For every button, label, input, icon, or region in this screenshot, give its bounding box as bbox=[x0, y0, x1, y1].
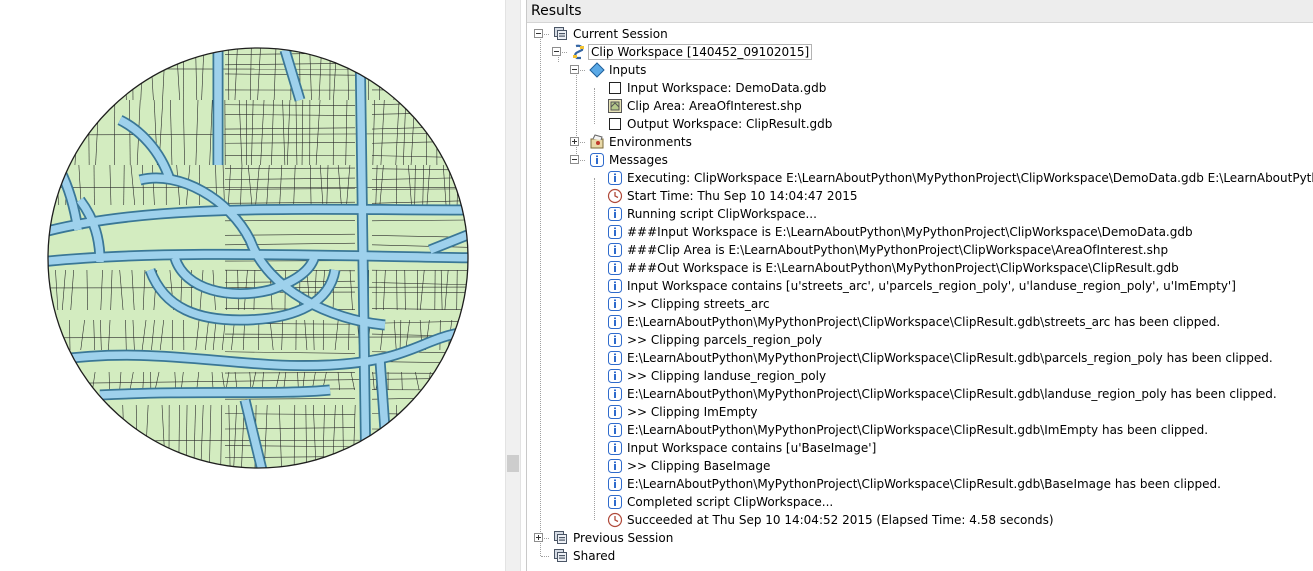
message-text: >> Clipping streets_arc bbox=[627, 297, 770, 311]
message-text: ###Clip Area is E:\LearnAboutPython\MyPy… bbox=[627, 243, 1169, 257]
tree-node-label: Environments bbox=[609, 135, 692, 149]
message-text: >> Clipping BaseImage bbox=[627, 459, 771, 473]
results-window: Results Current Session Clip Workspace [… bbox=[526, 0, 1313, 571]
empty-box-icon bbox=[607, 116, 623, 132]
info-icon bbox=[607, 458, 623, 474]
tree-node-label: Current Session bbox=[573, 27, 668, 41]
expand-toggle[interactable] bbox=[534, 533, 543, 542]
clipped-map bbox=[47, 47, 469, 469]
info-icon bbox=[589, 152, 605, 168]
sessions-icon bbox=[553, 26, 569, 42]
python-script-icon bbox=[571, 44, 587, 60]
info-icon bbox=[607, 260, 623, 276]
message-text: E:\LearnAboutPython\MyPythonProject\Clip… bbox=[627, 387, 1277, 401]
sessions-icon bbox=[553, 548, 569, 564]
message-text: Running script ClipWorkspace... bbox=[627, 207, 817, 221]
info-icon bbox=[607, 278, 623, 294]
clock-icon bbox=[607, 188, 623, 204]
tree-node-label: Shared bbox=[573, 549, 616, 563]
info-icon bbox=[607, 242, 623, 258]
message-text: Input Workspace contains [u'streets_arc'… bbox=[627, 279, 1236, 293]
collapse-toggle[interactable] bbox=[534, 29, 543, 38]
scrollbar-thumb[interactable] bbox=[507, 455, 519, 472]
info-icon bbox=[607, 422, 623, 438]
message-text: E:\LearnAboutPython\MyPythonProject\Clip… bbox=[627, 351, 1273, 365]
tree-node-label: Messages bbox=[609, 153, 668, 167]
info-icon bbox=[607, 224, 623, 240]
message-text: ###Input Workspace is E:\LearnAboutPytho… bbox=[627, 225, 1193, 239]
environments-icon bbox=[589, 134, 605, 150]
info-icon bbox=[607, 296, 623, 312]
vertical-scrollbar[interactable] bbox=[505, 0, 521, 571]
info-icon bbox=[607, 332, 623, 348]
message-text: Succeeded at Thu Sep 10 14:04:52 2015 (E… bbox=[627, 513, 1054, 527]
info-icon bbox=[607, 314, 623, 330]
message-text: >> Clipping ImEmpty bbox=[627, 405, 758, 419]
message-text: Completed script ClipWorkspace... bbox=[627, 495, 834, 509]
collapse-toggle[interactable] bbox=[570, 155, 579, 164]
results-title: Results bbox=[527, 0, 1313, 23]
message-text: E:\LearnAboutPython\MyPythonProject\Clip… bbox=[627, 423, 1209, 437]
info-icon bbox=[607, 404, 623, 420]
tree-node-label: Inputs bbox=[609, 63, 647, 77]
info-icon bbox=[607, 476, 623, 492]
feature-class-icon bbox=[607, 98, 623, 114]
info-icon bbox=[607, 386, 623, 402]
tool-result-label[interactable]: Clip Workspace [140452_09102015] bbox=[588, 44, 813, 60]
tree-node-label: Previous Session bbox=[573, 531, 674, 545]
message-text: >> Clipping landuse_region_poly bbox=[627, 369, 827, 383]
diamond-icon bbox=[589, 62, 605, 78]
info-icon bbox=[607, 350, 623, 366]
message-text: E:\LearnAboutPython\MyPythonProject\Clip… bbox=[627, 477, 1221, 491]
info-icon bbox=[607, 170, 623, 186]
info-icon bbox=[607, 206, 623, 222]
collapse-toggle[interactable] bbox=[570, 65, 579, 74]
sessions-icon bbox=[553, 530, 569, 546]
collapse-toggle[interactable] bbox=[552, 47, 561, 56]
empty-box-icon bbox=[607, 80, 623, 96]
message-text: ###Out Workspace is E:\LearnAboutPython\… bbox=[627, 261, 1179, 275]
info-icon bbox=[607, 494, 623, 510]
message-text: >> Clipping parcels_region_poly bbox=[627, 333, 823, 347]
message-text: Start Time: Thu Sep 10 14:04:47 2015 bbox=[627, 189, 858, 203]
info-icon bbox=[607, 440, 623, 456]
message-text: Input Workspace contains [u'BaseImage'] bbox=[627, 441, 877, 455]
clock-icon bbox=[607, 512, 623, 528]
info-icon bbox=[607, 368, 623, 384]
message-text: E:\LearnAboutPython\MyPythonProject\Clip… bbox=[627, 315, 1221, 329]
expand-toggle[interactable] bbox=[570, 137, 579, 146]
map-view[interactable] bbox=[0, 0, 505, 571]
message-text: Executing: ClipWorkspace E:\LearnAboutPy… bbox=[627, 171, 1313, 185]
